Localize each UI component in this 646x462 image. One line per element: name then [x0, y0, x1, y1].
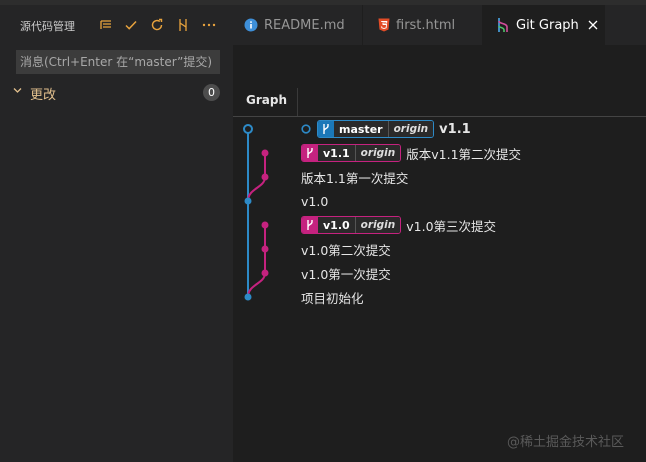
tab-label: Git Graph	[516, 17, 579, 33]
commit-message-input[interactable]	[16, 50, 220, 74]
close-tab-icon[interactable]	[588, 20, 598, 30]
ref-remote: origin	[387, 121, 434, 137]
commit-message: 项目初始化	[301, 290, 364, 306]
commit-row[interactable]: v1.0第二次提交	[301, 238, 391, 260]
branch-ref-master[interactable]: master origin	[317, 120, 435, 138]
commit-row[interactable]: v1.0第一次提交	[301, 262, 391, 284]
changes-count-badge: 0	[203, 84, 220, 101]
commit-dot[interactable]	[261, 221, 269, 229]
commit-message-box	[16, 50, 220, 74]
branch-ref-v1-1[interactable]: v1.1 origin	[301, 144, 402, 162]
changes-label: 更改	[30, 88, 57, 103]
graph-column-header: Graph	[246, 93, 287, 107]
watermark: @稀土掘金技术社区	[507, 435, 625, 450]
sidebar-header: 源代码管理	[0, 5, 233, 45]
more-actions-icon[interactable]	[200, 16, 218, 34]
commit-dot[interactable]	[261, 173, 269, 181]
commit-dot[interactable]	[261, 269, 269, 277]
git-graph-icon	[498, 18, 508, 32]
commit-row[interactable]: v1.1 origin 版本v1.1第二次提交	[301, 142, 521, 164]
feature-branch-line-2	[247, 225, 266, 298]
info-icon	[244, 18, 258, 32]
commit-message: v1.0	[301, 193, 329, 209]
tag-label: v1.1	[439, 121, 471, 137]
commit-dot[interactable]	[244, 197, 252, 205]
commit-check-icon[interactable]	[122, 16, 140, 34]
branch-ref-v1-0[interactable]: v1.0 origin	[301, 216, 402, 234]
commit-message: v1.0第二次提交	[301, 242, 391, 258]
tab-first-html[interactable]: first.html	[363, 5, 483, 45]
ref-name: v1.1	[318, 145, 355, 161]
branch-icon	[302, 145, 318, 161]
ref-name: master	[334, 121, 388, 137]
ref-remote: origin	[354, 145, 401, 161]
editor-tab-bar: README.md first.html Git Graph	[233, 5, 646, 45]
column-divider	[297, 88, 298, 116]
commit-dot[interactable]	[243, 124, 253, 134]
ref-name: v1.0	[318, 217, 355, 233]
source-control-sidebar: 源代码管理 更改 0	[0, 5, 233, 462]
commit-message: v1.0第一次提交	[301, 266, 391, 282]
changes-section-header[interactable]: 更改 0	[0, 81, 233, 103]
tab-label: first.html	[396, 17, 456, 33]
graph-table-header: Graph	[233, 88, 646, 117]
commit-graph	[243, 124, 269, 301]
commit-dot[interactable]	[244, 293, 252, 301]
refresh-icon[interactable]	[148, 16, 166, 34]
tab-git-graph[interactable]: Git Graph	[483, 5, 605, 45]
commit-row[interactable]: master origin v1.1	[301, 118, 471, 140]
html5-icon	[378, 18, 390, 32]
ref-remote: origin	[354, 217, 401, 233]
commit-row[interactable]: 项目初始化	[301, 286, 364, 308]
view-as-tree-icon[interactable]	[97, 16, 115, 34]
commit-message: 版本1.1第一次提交	[301, 170, 409, 186]
sidebar-title: 源代码管理	[20, 20, 75, 33]
commit-row[interactable]: 版本1.1第一次提交	[301, 166, 408, 188]
chevron-down-icon	[12, 85, 23, 100]
tab-label: README.md	[264, 17, 345, 33]
git-graph-view-icon[interactable]	[174, 16, 192, 34]
tab-readme[interactable]: README.md	[233, 5, 363, 45]
branch-icon	[318, 121, 334, 137]
commit-dot[interactable]	[261, 149, 269, 157]
commit-row[interactable]: v1.0 origin v1.0第三次提交	[301, 214, 496, 236]
head-marker-icon	[301, 124, 311, 134]
commit-dot[interactable]	[261, 245, 269, 253]
commit-row[interactable]: v1.0	[301, 190, 328, 212]
commit-message: v1.0第三次提交	[406, 218, 497, 234]
commit-message: 版本v1.1第二次提交	[406, 146, 522, 162]
branch-icon	[302, 217, 318, 233]
